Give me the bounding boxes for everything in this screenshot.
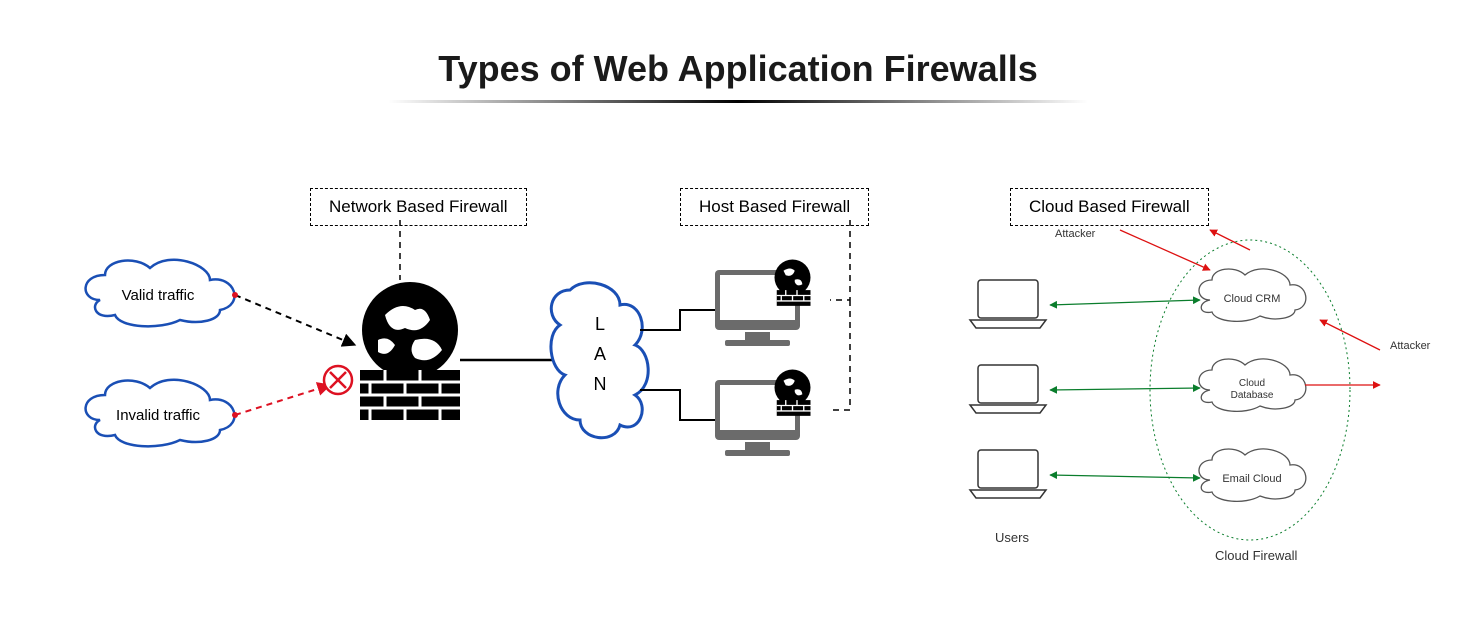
cloud-email: Email Cloud [1199,449,1306,501]
user-laptop-2 [970,365,1046,413]
svg-text:Email Cloud: Email Cloud [1222,473,1281,485]
host-computer-1 [715,260,811,347]
cloud-database: Cloud Database [1199,359,1306,411]
globe-firewall-icon [360,282,460,420]
title-underline [388,100,1088,103]
user-laptop-3 [970,450,1046,498]
cloud-firewall-label: Cloud Firewall [1215,548,1297,563]
blocked-icon [324,366,352,394]
attacker-top-label: Attacker [1055,228,1095,240]
host-computer-2 [715,370,811,457]
lan-cloud: L A N [551,283,648,438]
user-laptop-1 [970,280,1046,328]
svg-text:Cloud CRM: Cloud CRM [1224,293,1281,305]
invalid-traffic-label: Invalid traffic [116,407,200,424]
cloud-firewall-diagram: Cloud CRM Cloud Database Email Cloud [960,220,1440,640]
page-title: Types of Web Application Firewalls [0,48,1476,90]
svg-text:A: A [594,344,606,364]
svg-text:Cloud: Cloud [1239,378,1265,389]
valid-traffic-cloud: Valid traffic [86,260,235,327]
svg-text:L: L [595,314,605,334]
invalid-traffic-cloud: Invalid traffic [86,380,235,447]
attacker-right-label: Attacker [1390,340,1430,352]
svg-text:Database: Database [1231,390,1274,401]
network-host-diagram: Valid traffic Invalid traffic [60,220,960,640]
users-label: Users [995,530,1029,545]
svg-text:N: N [594,374,607,394]
cloud-crm: Cloud CRM [1199,269,1306,321]
valid-traffic-label: Valid traffic [122,287,195,304]
